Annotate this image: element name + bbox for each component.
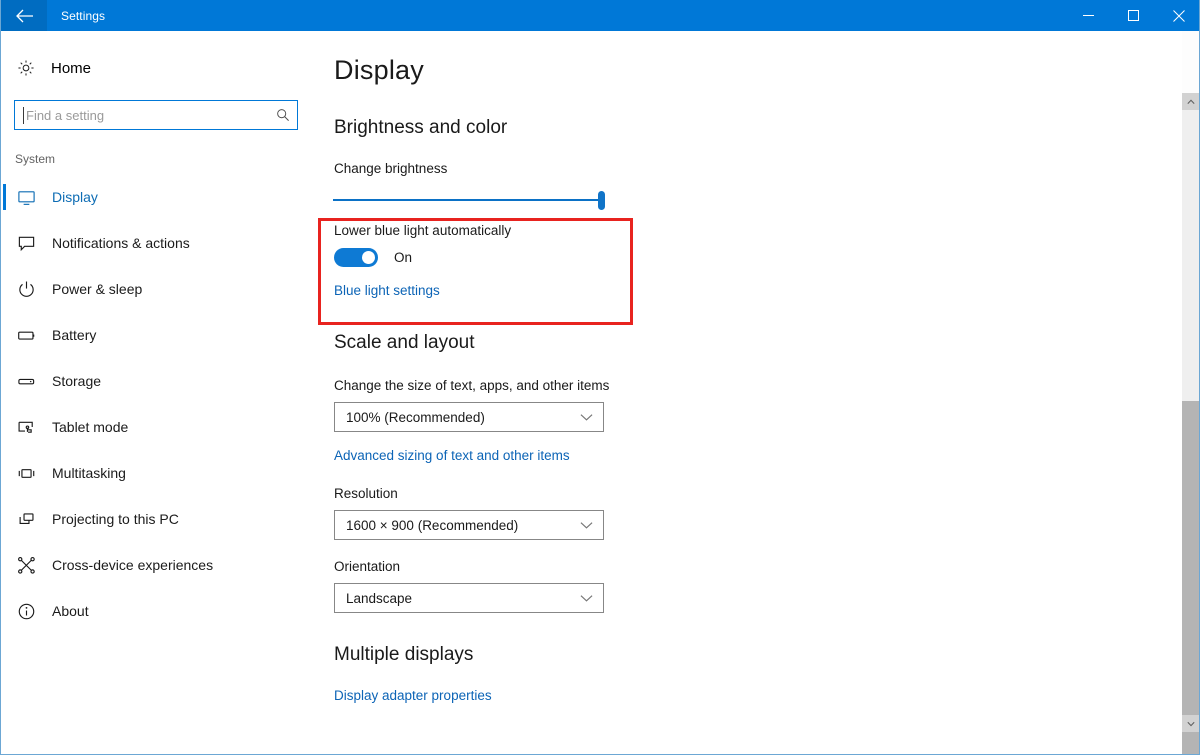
sidebar-item-display[interactable]: Display: [1, 174, 311, 220]
notification-bubble-icon: [17, 234, 49, 253]
selection-accent-bar: [3, 506, 6, 532]
selection-accent-bar: [3, 552, 6, 578]
page-title: Display: [334, 55, 1176, 86]
sidebar-item-cross-device-experiences[interactable]: Cross-device experiences: [1, 542, 311, 588]
sidebar-item-about[interactable]: About: [1, 588, 311, 634]
scale-dropdown-value: 100% (Recommended): [346, 410, 485, 425]
selection-accent-bar: [3, 414, 6, 440]
resolution-label: Resolution: [334, 486, 1176, 501]
chevron-down-icon: [580, 594, 593, 603]
sidebar-item-label: Cross-device experiences: [52, 557, 213, 573]
sidebar-item-power-sleep[interactable]: Power & sleep: [1, 266, 311, 312]
slider-thumb[interactable]: [598, 191, 605, 210]
search-icon[interactable]: [269, 108, 297, 122]
tablet-mode-icon: [17, 418, 49, 437]
battery-icon: [17, 326, 49, 345]
scrollbar-thumb[interactable]: [1182, 401, 1199, 755]
multiple-displays-heading: Multiple displays: [334, 644, 1176, 666]
sidebar-item-label: Power & sleep: [52, 281, 142, 297]
back-arrow-icon: [15, 9, 34, 23]
title-bar: Settings: [1, 0, 1200, 31]
selection-accent-bar: [3, 368, 6, 394]
sidebar-item-label: Notifications & actions: [52, 235, 190, 251]
advanced-sizing-link[interactable]: Advanced sizing of text and other items: [334, 448, 570, 463]
power-icon: [17, 280, 49, 299]
minimize-button[interactable]: [1066, 0, 1111, 31]
change-brightness-label: Change brightness: [334, 161, 1176, 176]
search-box[interactable]: [14, 100, 298, 130]
window-title: Settings: [61, 9, 105, 23]
sidebar-item-label: Display: [52, 189, 98, 205]
sidebar-group-label: System: [15, 152, 311, 166]
multitasking-icon: [17, 464, 49, 483]
sidebar-item-home[interactable]: Home: [1, 51, 311, 85]
gear-icon: [17, 59, 47, 77]
selection-accent-bar: [3, 276, 6, 302]
sidebar: Home System: [1, 31, 311, 754]
close-icon: [1173, 10, 1185, 22]
selection-accent-bar: [3, 322, 6, 348]
blue-light-highlight-box: [318, 218, 633, 325]
chevron-down-icon: [580, 413, 593, 422]
sidebar-nav-list: Display Notifications & actions: [1, 174, 311, 634]
maximize-button[interactable]: [1111, 0, 1156, 31]
scale-layout-heading: Scale and layout: [334, 332, 1176, 354]
scale-dropdown[interactable]: 100% (Recommended): [334, 402, 604, 432]
sidebar-item-battery[interactable]: Battery: [1, 312, 311, 358]
selection-accent-bar: [3, 184, 6, 210]
settings-window: Settings: [0, 0, 1200, 755]
sidebar-item-label: Tablet mode: [52, 419, 128, 435]
close-button[interactable]: [1156, 0, 1200, 31]
resolution-dropdown[interactable]: 1600 × 900 (Recommended): [334, 510, 604, 540]
back-button[interactable]: [1, 0, 47, 31]
search-input[interactable]: [24, 108, 269, 123]
vertical-scrollbar[interactable]: [1182, 31, 1199, 754]
scroll-down-arrow-icon[interactable]: [1182, 715, 1199, 732]
sidebar-item-label: Projecting to this PC: [52, 511, 179, 527]
monitor-icon: [17, 188, 49, 207]
maximize-icon: [1128, 10, 1139, 21]
selection-accent-bar: [3, 460, 6, 486]
selection-accent-bar: [3, 598, 6, 624]
scrollbar-track[interactable]: [1182, 110, 1199, 715]
chevron-down-icon: [580, 521, 593, 530]
sidebar-item-tablet-mode[interactable]: Tablet mode: [1, 404, 311, 450]
cross-device-icon: [17, 556, 49, 575]
display-adapter-properties-link[interactable]: Display adapter properties: [334, 688, 492, 703]
scroll-up-arrow-icon[interactable]: [1182, 93, 1199, 110]
sidebar-item-multitasking[interactable]: Multitasking: [1, 450, 311, 496]
sidebar-item-label: Storage: [52, 373, 101, 389]
projecting-icon: [17, 510, 49, 529]
info-icon: [17, 602, 49, 621]
sidebar-item-label: Multitasking: [52, 465, 126, 481]
content-pane: Display Brightness and color Change brig…: [311, 31, 1176, 754]
sidebar-home-label: Home: [51, 60, 91, 77]
orientation-dropdown-value: Landscape: [346, 591, 412, 606]
orientation-dropdown[interactable]: Landscape: [334, 583, 604, 613]
scale-size-label: Change the size of text, apps, and other…: [334, 378, 1176, 393]
blue-light-toggle[interactable]: [334, 248, 378, 267]
orientation-label: Orientation: [334, 559, 1176, 574]
minimize-icon: [1083, 10, 1094, 21]
sidebar-item-storage[interactable]: Storage: [1, 358, 311, 404]
slider-track[interactable]: [333, 199, 603, 201]
brightness-slider[interactable]: [333, 187, 605, 213]
window-controls: [1066, 0, 1200, 31]
sidebar-item-projecting-to-this-pc[interactable]: Projecting to this PC: [1, 496, 311, 542]
brightness-section-heading: Brightness and color: [334, 117, 1176, 139]
selection-accent-bar: [3, 230, 6, 256]
sidebar-item-label: About: [52, 603, 89, 619]
sidebar-item-label: Battery: [52, 327, 96, 343]
toggle-knob: [362, 251, 375, 264]
storage-drive-icon: [17, 372, 49, 391]
resolution-dropdown-value: 1600 × 900 (Recommended): [346, 518, 518, 533]
sidebar-item-notifications-actions[interactable]: Notifications & actions: [1, 220, 311, 266]
